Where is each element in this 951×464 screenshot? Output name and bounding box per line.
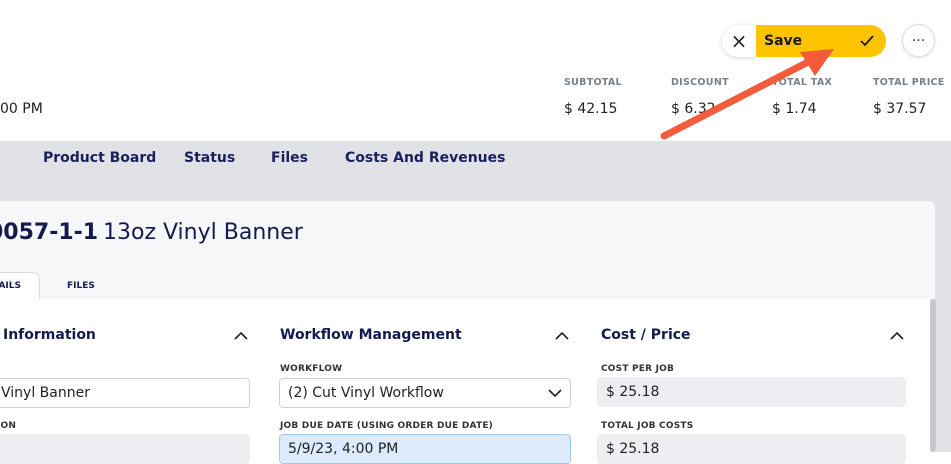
subtab-files[interactable]: FILES bbox=[67, 281, 95, 291]
save-label: Save bbox=[764, 33, 803, 49]
workflow-select-value: (2) Cut Vinyl Workflow bbox=[288, 385, 444, 401]
save-button[interactable]: Save bbox=[756, 25, 886, 57]
more-options-button[interactable]: ··· bbox=[902, 24, 935, 57]
workflow-select[interactable]: (2) Cut Vinyl Workflow bbox=[279, 378, 571, 408]
tab-files[interactable]: Files bbox=[271, 150, 308, 166]
more-icon: ··· bbox=[911, 32, 926, 49]
total-price-label: TOTAL PRICE bbox=[873, 77, 945, 88]
check-icon bbox=[860, 35, 874, 47]
total-tax-label: TOTAL TAX bbox=[772, 77, 833, 88]
chevron-down-icon bbox=[548, 389, 562, 398]
subtotal-label: SUBTOTAL bbox=[564, 77, 622, 88]
subtab-details[interactable]: DETAILS bbox=[0, 272, 40, 299]
total-job-costs-field: $ 25.18 bbox=[597, 434, 906, 464]
order-due-time: 00 PM bbox=[0, 101, 43, 117]
cost-per-job-label: COST PER JOB bbox=[601, 364, 675, 374]
chevron-up-icon[interactable] bbox=[233, 330, 249, 342]
job-due-date-label: JOB DUE DATE (USING ORDER DUE DATE) bbox=[280, 421, 493, 431]
discount-value: $ 6.32 bbox=[671, 101, 716, 117]
chevron-up-icon[interactable] bbox=[554, 330, 570, 342]
subtotal-value: $ 42.15 bbox=[564, 101, 618, 117]
job-due-date-input[interactable]: 5/9/23, 4:00 PM bbox=[279, 434, 571, 464]
tab-product-board[interactable]: Product Board bbox=[43, 150, 156, 166]
chevron-up-icon[interactable] bbox=[889, 330, 905, 342]
job-name: 13oz Vinyl Banner bbox=[103, 220, 303, 245]
cost-per-job-value: $ 25.18 bbox=[606, 384, 660, 400]
job-name-input[interactable]: Vinyl Banner bbox=[0, 378, 250, 408]
job-name-input-value: Vinyl Banner bbox=[1, 385, 90, 401]
tab-status[interactable]: Status bbox=[184, 150, 235, 166]
total-job-costs-value: $ 25.18 bbox=[606, 441, 660, 457]
job-id: 0057-1-1 bbox=[0, 220, 99, 245]
scrollbar[interactable] bbox=[930, 299, 936, 452]
workflow-label: WORKFLOW bbox=[280, 364, 343, 374]
description-label: ION bbox=[0, 421, 17, 431]
tab-costs-and-revenues[interactable]: Costs And Revenues bbox=[345, 150, 505, 166]
total-job-costs-label: TOTAL JOB COSTS bbox=[601, 421, 694, 431]
information-title: Information bbox=[3, 327, 96, 343]
top-bar bbox=[0, 0, 951, 141]
total-price-value: $ 37.57 bbox=[873, 101, 927, 117]
total-tax-value: $ 1.74 bbox=[772, 101, 817, 117]
description-field[interactable] bbox=[0, 434, 250, 464]
cost-price-title: Cost / Price bbox=[601, 327, 691, 343]
cost-per-job-field: $ 25.18 bbox=[597, 377, 906, 407]
discount-label: DISCOUNT bbox=[671, 77, 729, 88]
subtab-details-label: DETAILS bbox=[0, 281, 21, 291]
close-icon: × bbox=[730, 29, 748, 53]
job-due-date-value: 5/9/23, 4:00 PM bbox=[288, 441, 399, 457]
workflow-management-title: Workflow Management bbox=[280, 327, 462, 343]
close-button[interactable]: × bbox=[722, 25, 756, 57]
